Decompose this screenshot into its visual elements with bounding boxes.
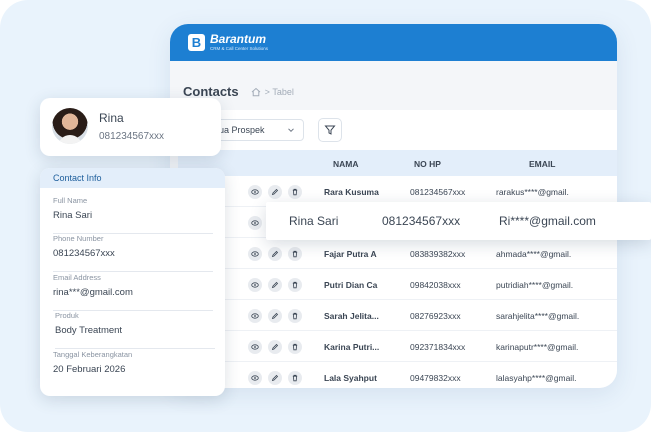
contact-info-card: Contact Info Full Name Rina Sari Phone N… xyxy=(40,168,225,396)
home-icon[interactable] xyxy=(251,87,261,97)
row-actions xyxy=(248,371,302,385)
table-row[interactable]: Karina Putri... 092371834xxx karinaputr*… xyxy=(178,331,617,362)
row-email: karinaputr****@gmail. xyxy=(496,342,579,352)
row-name: Fajar Putra A xyxy=(324,249,377,259)
row-email: lalasyahp****@gmail. xyxy=(496,373,577,383)
row-phone: 081234567xxx xyxy=(410,187,466,197)
field-label: Tanggal Keberangkatan xyxy=(53,350,133,359)
highlight-phone: 081234567xxx xyxy=(382,214,461,228)
field-produk: Produk Body Treatment xyxy=(55,311,215,349)
table-row[interactable]: Putri Dian Ca 09842038xxx putridiah****@… xyxy=(178,269,617,300)
edit-icon[interactable] xyxy=(268,371,282,385)
page-title: Contacts xyxy=(183,84,239,99)
profile-phone: 081234567xxx xyxy=(99,131,165,142)
brand-tagline: CRM & Call Center Solutions xyxy=(210,46,269,52)
field-label: Email Address xyxy=(53,273,101,282)
field-label: Phone Number xyxy=(53,234,104,243)
row-phone: 08276923xxx xyxy=(410,311,461,321)
row-name: Rara Kusuma xyxy=(324,187,379,197)
column-header-phone[interactable]: NO HP xyxy=(414,159,441,169)
field-label: Full Name xyxy=(53,196,88,205)
row-phone: 09479832xxx xyxy=(410,373,461,383)
field-value: 081234567xxx xyxy=(53,248,115,259)
toolbar: ua Prospek xyxy=(178,110,617,150)
view-icon[interactable] xyxy=(248,371,262,385)
view-icon[interactable] xyxy=(248,309,262,323)
row-name: Sarah Jelita... xyxy=(324,311,379,321)
view-icon[interactable] xyxy=(248,185,262,199)
edit-icon[interactable] xyxy=(268,278,282,292)
row-actions xyxy=(248,247,302,261)
profile-name: Rina xyxy=(99,111,124,125)
breadcrumb-item[interactable]: Tabel xyxy=(272,87,294,97)
row-actions xyxy=(248,278,302,292)
table-header: NAMA NO HP EMAIL xyxy=(178,150,617,176)
breadcrumb-separator: > xyxy=(264,86,273,97)
brand-name: Barantum xyxy=(210,32,267,47)
row-email: rarakus****@gmail. xyxy=(496,187,569,197)
delete-icon[interactable] xyxy=(288,340,302,354)
field-label: Produk xyxy=(55,311,79,320)
column-header-name[interactable]: NAMA xyxy=(333,159,359,169)
filter-button[interactable] xyxy=(318,118,342,142)
field-full-name: Full Name Rina Sari xyxy=(53,196,213,234)
edit-icon[interactable] xyxy=(268,247,282,261)
filter-icon xyxy=(324,125,336,135)
delete-icon[interactable] xyxy=(288,247,302,261)
delete-icon[interactable] xyxy=(288,309,302,323)
row-email: sarahjelita****@gmail. xyxy=(496,311,580,321)
row-phone: 092371834xxx xyxy=(410,342,466,352)
profile-card[interactable]: Rina 081234567xxx xyxy=(40,98,221,156)
field-value: Body Treatment xyxy=(55,325,123,336)
row-phone: 083839382xxx xyxy=(410,249,466,259)
row-actions xyxy=(248,309,302,323)
edit-icon[interactable] xyxy=(268,340,282,354)
table-row[interactable]: Lala Syahput 09479832xxx lalasyahp****@g… xyxy=(178,362,617,388)
table-row[interactable]: Fajar Putra A 083839382xxx ahmada****@gm… xyxy=(178,238,617,269)
brand-logo: Barantum CRM & Call Center Solutions xyxy=(210,33,268,52)
highlight-name: Rina Sari xyxy=(289,214,339,228)
contact-info-title: Contact Info xyxy=(40,168,225,188)
view-icon[interactable] xyxy=(248,247,262,261)
breadcrumb: > Tabel xyxy=(251,87,294,97)
field-phone-number: Phone Number 081234567xxx xyxy=(53,234,213,272)
app-header: B Barantum CRM & Call Center Solutions xyxy=(170,24,617,61)
row-actions xyxy=(248,216,262,230)
edit-icon[interactable] xyxy=(268,185,282,199)
title-row: Contacts > Tabel xyxy=(183,84,294,99)
row-phone: 09842038xxx xyxy=(410,280,461,290)
row-email: ahmada****@gmail. xyxy=(496,249,572,259)
table-row[interactable]: Sarah Jelita... 08276923xxx sarahjelita*… xyxy=(178,300,617,331)
delete-icon[interactable] xyxy=(288,278,302,292)
field-tanggal-keberangkatan: Tanggal Keberangkatan 20 Februari 2026 xyxy=(53,350,213,375)
field-value: rina***@gmail.com xyxy=(53,287,133,298)
highlighted-contact-row[interactable]: Rina Sari 081234567xxx Ri****@gmail.com xyxy=(266,202,651,240)
field-email-address: Email Address rina***@gmail.com xyxy=(53,273,213,311)
barantum-logo-icon: B xyxy=(188,34,205,51)
row-actions xyxy=(248,340,302,354)
edit-icon[interactable] xyxy=(268,309,282,323)
row-name: Lala Syahput xyxy=(324,373,377,383)
filter-select-value: ua Prospek xyxy=(219,125,265,135)
view-icon[interactable] xyxy=(248,216,262,230)
column-header-email[interactable]: EMAIL xyxy=(529,159,555,169)
view-icon[interactable] xyxy=(248,340,262,354)
field-value: Rina Sari xyxy=(53,210,93,221)
delete-icon[interactable] xyxy=(288,371,302,385)
view-icon[interactable] xyxy=(248,278,262,292)
row-actions xyxy=(248,185,302,199)
avatar xyxy=(52,108,88,144)
row-email: putridiah****@gmail. xyxy=(496,280,574,290)
delete-icon[interactable] xyxy=(288,185,302,199)
row-name: Karina Putri... xyxy=(324,342,380,352)
chevron-down-icon xyxy=(288,128,294,133)
highlight-email: Ri****@gmail.com xyxy=(499,214,596,228)
prospect-filter-select[interactable]: ua Prospek xyxy=(208,119,304,141)
field-value: 20 Februari 2026 xyxy=(53,364,126,375)
row-name: Putri Dian Ca xyxy=(324,280,378,290)
